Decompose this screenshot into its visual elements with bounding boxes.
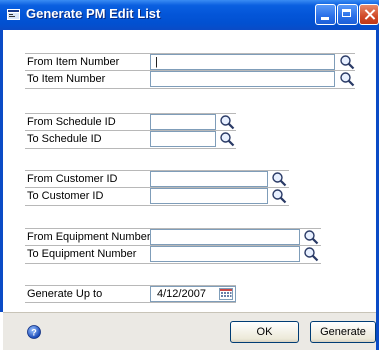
- generate-button[interactable]: Generate: [310, 321, 376, 343]
- to-equipment-number-label: To Equipment Number: [27, 248, 137, 260]
- from-schedule-id-row: From Schedule ID: [25, 113, 236, 131]
- from-schedule-id-field[interactable]: [150, 114, 216, 130]
- to-customer-id-label: To Customer ID: [27, 190, 104, 202]
- from-schedule-id-lookup-icon[interactable]: [219, 114, 235, 130]
- to-item-number-row: To Item Number: [25, 71, 355, 89]
- to-equipment-number-row: To Equipment Number: [25, 246, 321, 264]
- from-item-number-field[interactable]: |: [150, 54, 335, 70]
- from-schedule-id-label: From Schedule ID: [27, 116, 116, 128]
- from-item-number-lookup-icon[interactable]: [339, 54, 355, 70]
- to-customer-id-field[interactable]: [150, 188, 268, 204]
- to-schedule-id-row: To Schedule ID: [25, 131, 236, 149]
- window-app-icon: [7, 9, 20, 20]
- window-title: Generate PM Edit List: [26, 6, 161, 21]
- svg-text:?: ?: [31, 328, 37, 338]
- from-customer-id-lookup-icon[interactable]: [271, 171, 287, 187]
- help-icon[interactable]: ?: [27, 325, 41, 339]
- generate-up-to-date-value: 4/12/2007: [157, 288, 206, 300]
- to-customer-id-row: To Customer ID: [25, 188, 289, 206]
- generate-up-to-row: Generate Up to 4/12/2007: [25, 285, 236, 303]
- to-item-number-field[interactable]: [150, 71, 335, 87]
- from-customer-id-field[interactable]: [150, 171, 268, 187]
- minimize-button[interactable]: [315, 4, 336, 25]
- dialog-footer: ? OK Generate: [3, 312, 376, 350]
- to-schedule-id-lookup-icon[interactable]: [219, 131, 235, 147]
- to-equipment-number-lookup-icon[interactable]: [303, 246, 319, 262]
- generate-pm-edit-list-window: Generate PM Edit List From Item Number |…: [0, 0, 379, 350]
- to-item-number-label: To Item Number: [27, 73, 106, 85]
- from-item-number-label: From Item Number: [27, 56, 120, 68]
- from-item-number-row: From Item Number |: [25, 53, 355, 71]
- generate-up-to-label: Generate Up to: [27, 288, 103, 300]
- ok-button[interactable]: OK: [230, 321, 299, 343]
- maximize-button[interactable]: [337, 4, 358, 25]
- calendar-icon[interactable]: [219, 288, 233, 300]
- from-customer-id-label: From Customer ID: [27, 173, 118, 185]
- to-item-number-lookup-icon[interactable]: [339, 71, 355, 87]
- to-equipment-number-field[interactable]: [150, 246, 300, 262]
- to-customer-id-lookup-icon[interactable]: [271, 188, 287, 204]
- to-schedule-id-label: To Schedule ID: [27, 133, 102, 145]
- from-equipment-number-field[interactable]: [150, 229, 300, 245]
- title-bar[interactable]: Generate PM Edit List: [0, 0, 379, 30]
- to-schedule-id-field[interactable]: [150, 131, 216, 147]
- from-equipment-number-label: From Equipment Number: [27, 231, 151, 243]
- from-equipment-number-row: From Equipment Number: [25, 228, 321, 246]
- from-customer-id-row: From Customer ID: [25, 170, 289, 188]
- close-button[interactable]: [359, 4, 379, 25]
- from-equipment-number-lookup-icon[interactable]: [303, 229, 319, 245]
